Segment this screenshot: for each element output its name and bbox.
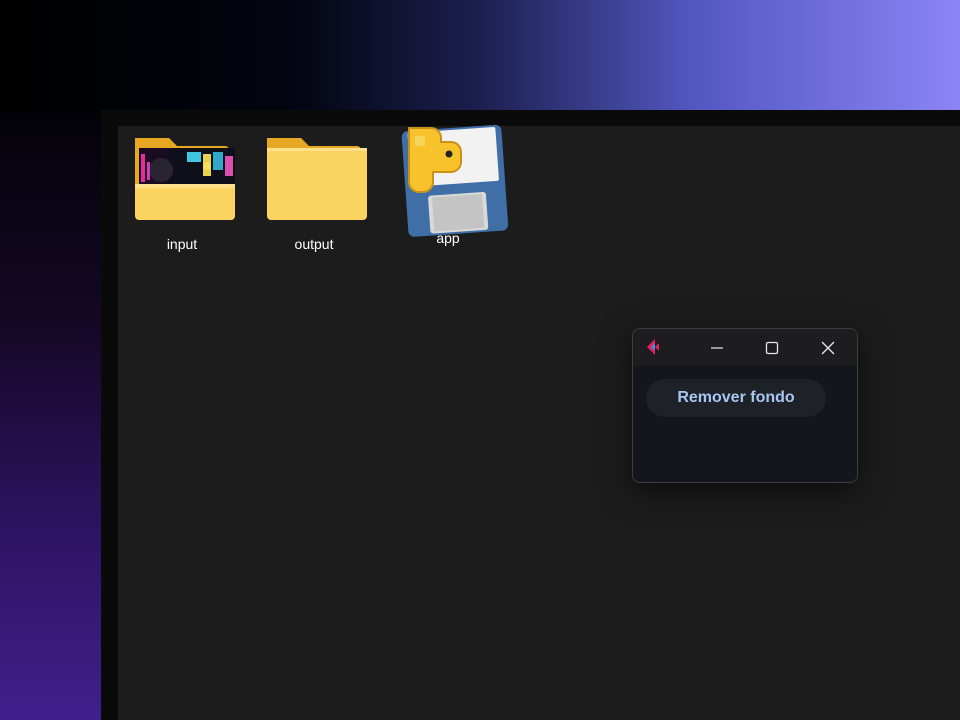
folder-with-image-icon [127, 130, 237, 230]
file-item-output[interactable]: output [254, 130, 374, 270]
desktop-wallpaper-top [0, 0, 960, 112]
file-label: input [166, 236, 198, 252]
python-file-icon [393, 122, 509, 237]
maximize-button[interactable] [749, 329, 795, 366]
minimize-button[interactable] [694, 329, 740, 366]
app-window: Remover fondo [632, 328, 858, 483]
remove-background-button[interactable]: Remover fondo [646, 379, 826, 417]
minimize-icon [711, 346, 723, 349]
close-button[interactable] [805, 329, 851, 366]
file-label: output [294, 236, 334, 252]
file-item-input[interactable]: input [122, 130, 242, 270]
desktop-wallpaper-left [0, 112, 104, 720]
app-titlebar[interactable] [633, 329, 857, 366]
close-icon [821, 341, 835, 354]
folder-icon [259, 130, 369, 230]
flet-logo-icon [644, 338, 662, 356]
maximize-icon [765, 341, 779, 354]
file-item-app[interactable]: app [388, 122, 509, 262]
